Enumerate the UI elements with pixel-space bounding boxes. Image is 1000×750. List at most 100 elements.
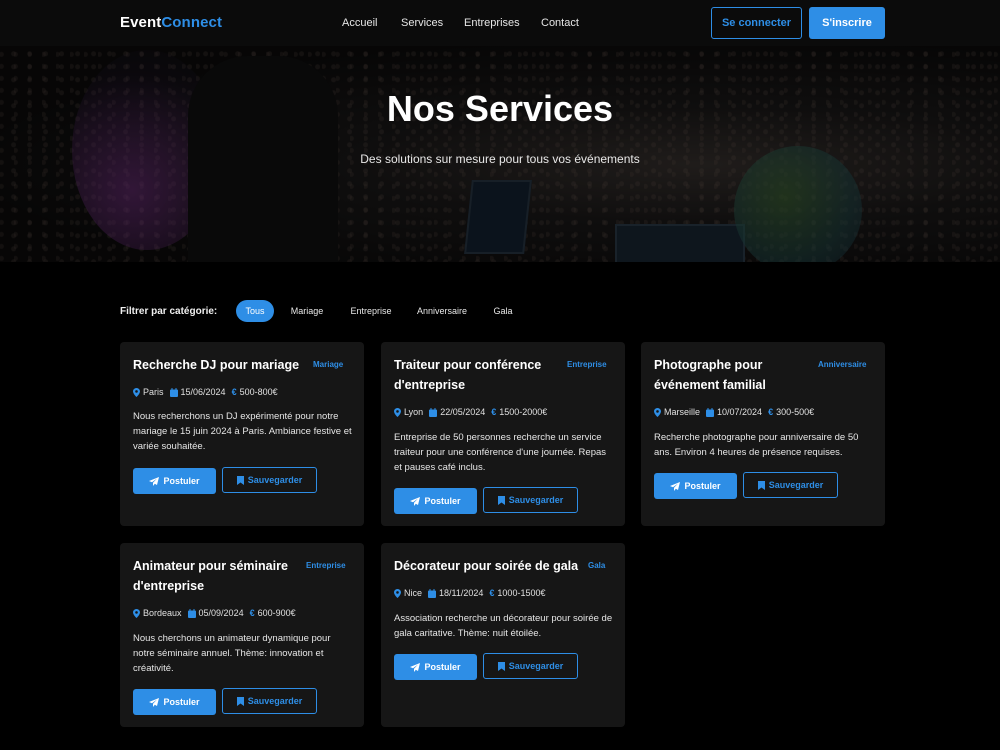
bookmark-icon: [236, 696, 244, 706]
service-card: Traiteur pour conférence d'entreprise En…: [381, 342, 625, 526]
card-budget: 300-500€: [776, 407, 815, 417]
bookmark-icon: [497, 661, 505, 671]
map-pin-icon: [133, 608, 140, 618]
apply-button[interactable]: Postuler: [394, 488, 477, 514]
card-description: Recherche photographe pour anniversaire …: [654, 432, 859, 458]
euro-icon: €: [768, 407, 774, 417]
card-title[interactable]: Animateur pour séminaire d'entreprise: [133, 556, 303, 596]
bookmark-icon: [757, 480, 765, 490]
euro-icon: €: [491, 407, 497, 417]
euro-icon: €: [231, 387, 237, 397]
filter-chip-mariage[interactable]: Mariage: [284, 300, 330, 322]
filter-label: Filtrer par catégorie:: [120, 306, 218, 317]
card-date: 15/06/2024: [180, 387, 226, 397]
filter-chip-tous[interactable]: Tous: [236, 300, 274, 322]
card-meta: Bordeaux 05/09/2024 €600-900€: [133, 607, 302, 619]
card-date: 18/11/2024: [439, 588, 484, 598]
page-subtitle: Des solutions sur mesure pour tous vos é…: [360, 152, 640, 166]
card-location: Marseille: [664, 407, 701, 417]
filter-chip-anniversaire[interactable]: Anniversaire: [412, 300, 472, 322]
apply-button[interactable]: Postuler: [133, 689, 216, 715]
card-title[interactable]: Décorateur pour soirée de gala: [394, 556, 584, 576]
card-title[interactable]: Photographe pour événement familial: [654, 355, 804, 395]
euro-icon: €: [249, 608, 255, 618]
paper-plane-icon: [149, 697, 160, 707]
map-pin-icon: [133, 387, 140, 397]
euro-icon: €: [489, 588, 495, 598]
calendar-icon: [169, 387, 178, 397]
calendar-icon: [428, 588, 437, 598]
category-badge: Entreprise: [306, 561, 346, 570]
card-title[interactable]: Traiteur pour conférence d'entreprise: [394, 355, 559, 395]
card-budget: 600-900€: [257, 608, 296, 618]
apply-button-label: Postuler: [163, 697, 200, 707]
apply-button-label: Postuler: [684, 481, 721, 491]
card-location: Bordeaux: [143, 608, 182, 618]
save-button-label: Sauvegarder: [247, 696, 303, 706]
nav-link-accueil[interactable]: Accueil: [342, 17, 377, 29]
nav-link-services[interactable]: Services: [401, 17, 443, 29]
brand-logo[interactable]: EventConnect: [120, 14, 222, 31]
save-button-label: Sauvegarder: [247, 475, 303, 485]
service-card: Recherche DJ pour mariage Mariage Paris …: [120, 342, 364, 526]
card-description: Association recherche un décorateur pour…: [394, 613, 613, 639]
filter-chip-gala[interactable]: Gala: [487, 300, 519, 322]
paper-plane-icon: [149, 476, 160, 486]
card-meta: Lyon 22/05/2024 €1500-2000€: [394, 406, 553, 418]
save-button-label: Sauvegarder: [508, 661, 564, 671]
apply-button[interactable]: Postuler: [133, 468, 216, 494]
card-location: Lyon: [404, 407, 424, 417]
calendar-icon: [187, 608, 196, 618]
paper-plane-icon: [410, 662, 421, 672]
apply-button-label: Postuler: [424, 662, 461, 672]
service-card: Décorateur pour soirée de gala Gala Nice…: [381, 543, 625, 727]
calendar-icon: [429, 407, 438, 417]
map-pin-icon: [394, 407, 401, 417]
apply-button[interactable]: Postuler: [654, 473, 737, 499]
paper-plane-icon: [670, 481, 681, 491]
category-badge: Anniversaire: [818, 360, 867, 369]
save-button[interactable]: Sauvegarder: [222, 688, 317, 714]
save-button[interactable]: Sauvegarder: [483, 653, 578, 679]
save-button[interactable]: Sauvegarder: [222, 467, 317, 493]
apply-button-label: Postuler: [424, 496, 461, 506]
card-description: Nous recherchons un DJ expérimenté pour …: [133, 411, 352, 452]
card-meta: Paris 15/06/2024 €500-800€: [133, 386, 284, 398]
apply-button-label: Postuler: [163, 476, 200, 486]
save-button-label: Sauvegarder: [768, 480, 824, 490]
map-pin-icon: [394, 588, 401, 598]
filter-chip-entreprise[interactable]: Entreprise: [344, 300, 398, 322]
nav-link-contact[interactable]: Contact: [541, 17, 579, 29]
service-card: Animateur pour séminaire d'entreprise En…: [120, 543, 364, 727]
card-location: Nice: [404, 588, 423, 598]
apply-button[interactable]: Postuler: [394, 654, 477, 680]
calendar-icon: [706, 407, 715, 417]
card-description: Nous cherchons un animateur dynamique po…: [133, 633, 331, 674]
card-meta: Marseille 10/07/2024 €300-500€: [654, 406, 820, 418]
card-title[interactable]: Recherche DJ pour mariage: [133, 355, 308, 375]
card-meta: Nice 18/11/2024 €1000-1500€: [394, 587, 551, 599]
card-location: Paris: [143, 387, 164, 397]
bookmark-icon: [497, 495, 505, 505]
card-description: Entreprise de 50 personnes recherche un …: [394, 432, 607, 473]
hero-banner: Nos Services Des solutions sur mesure po…: [0, 46, 1000, 262]
card-date: 05/09/2024: [198, 608, 244, 618]
signup-button[interactable]: S'inscrire: [809, 7, 885, 39]
card-budget: 1500-2000€: [499, 407, 548, 417]
top-navbar: EventConnect Accueil Services Entreprise…: [0, 0, 1000, 46]
login-button[interactable]: Se connecter: [711, 7, 802, 39]
brand-name-part2: Connect: [161, 14, 223, 31]
card-budget: 500-800€: [239, 387, 278, 397]
bookmark-icon: [236, 475, 244, 485]
card-date: 22/05/2024: [440, 407, 486, 417]
page-title: Nos Services: [386, 88, 614, 129]
paper-plane-icon: [410, 496, 421, 506]
save-button[interactable]: Sauvegarder: [483, 487, 578, 513]
brand-name-part1: Event: [120, 14, 162, 31]
nav-link-entreprises[interactable]: Entreprises: [464, 17, 520, 29]
save-button[interactable]: Sauvegarder: [743, 472, 838, 498]
category-badge: Entreprise: [567, 360, 607, 369]
card-date: 10/07/2024: [717, 407, 763, 417]
card-budget: 1000-1500€: [497, 588, 546, 598]
category-badge: Gala: [588, 561, 606, 570]
